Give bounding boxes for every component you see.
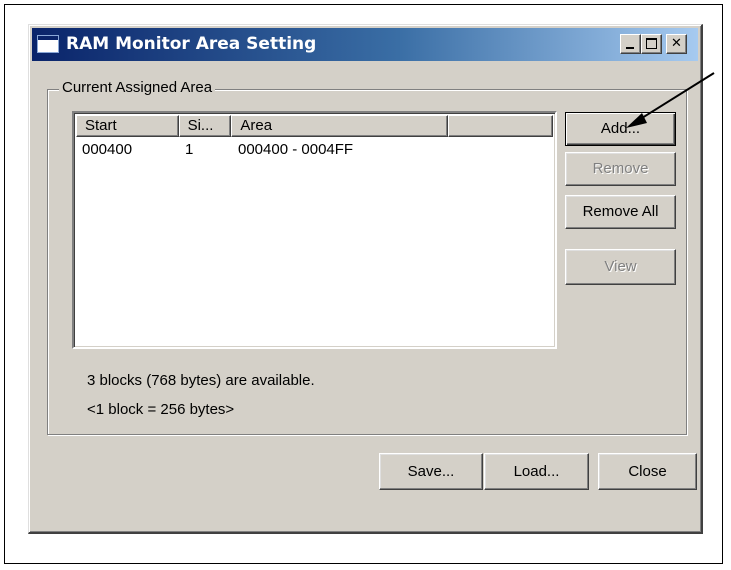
load-button[interactable]: Load... xyxy=(484,453,589,490)
title-bar[interactable]: RAM Monitor Area Setting ✕ xyxy=(32,28,698,61)
window-icon xyxy=(37,35,59,53)
block-size-text: <1 block = 256 bytes> xyxy=(87,401,235,418)
maximize-button[interactable] xyxy=(641,34,662,54)
column-header-size[interactable]: Si... xyxy=(178,115,232,137)
close-window-button[interactable]: ✕ xyxy=(666,34,687,54)
window-title: RAM Monitor Area Setting xyxy=(66,34,317,54)
assigned-area-list[interactable]: Start Si... Area 000400 1 000400 - 0004F… xyxy=(72,111,557,349)
view-button[interactable]: View xyxy=(565,249,676,285)
column-header-start[interactable]: Start xyxy=(76,115,179,137)
remove-all-button[interactable]: Remove All xyxy=(565,195,676,229)
add-button[interactable]: Add... xyxy=(565,112,676,146)
close-icon: ✕ xyxy=(671,36,682,51)
column-header-empty[interactable] xyxy=(448,115,553,137)
cell-area: 000400 - 0004FF xyxy=(238,141,354,158)
available-blocks-text: 3 blocks (768 bytes) are available. xyxy=(87,372,315,389)
column-header-area[interactable]: Area xyxy=(231,115,449,137)
save-button[interactable]: Save... xyxy=(379,453,483,490)
close-button[interactable]: Close xyxy=(598,453,697,490)
list-header: Start Si... Area xyxy=(76,115,553,137)
remove-button[interactable]: Remove xyxy=(565,152,676,186)
group-label: Current Assigned Area xyxy=(59,79,216,96)
cell-start: 000400 xyxy=(82,141,133,158)
minimize-button[interactable] xyxy=(620,34,641,54)
ram-monitor-dialog: RAM Monitor Area Setting ✕ Current Assig… xyxy=(28,24,703,534)
list-item[interactable]: 000400 1 000400 - 0004FF xyxy=(78,141,452,161)
cell-size: 1 xyxy=(185,141,194,158)
